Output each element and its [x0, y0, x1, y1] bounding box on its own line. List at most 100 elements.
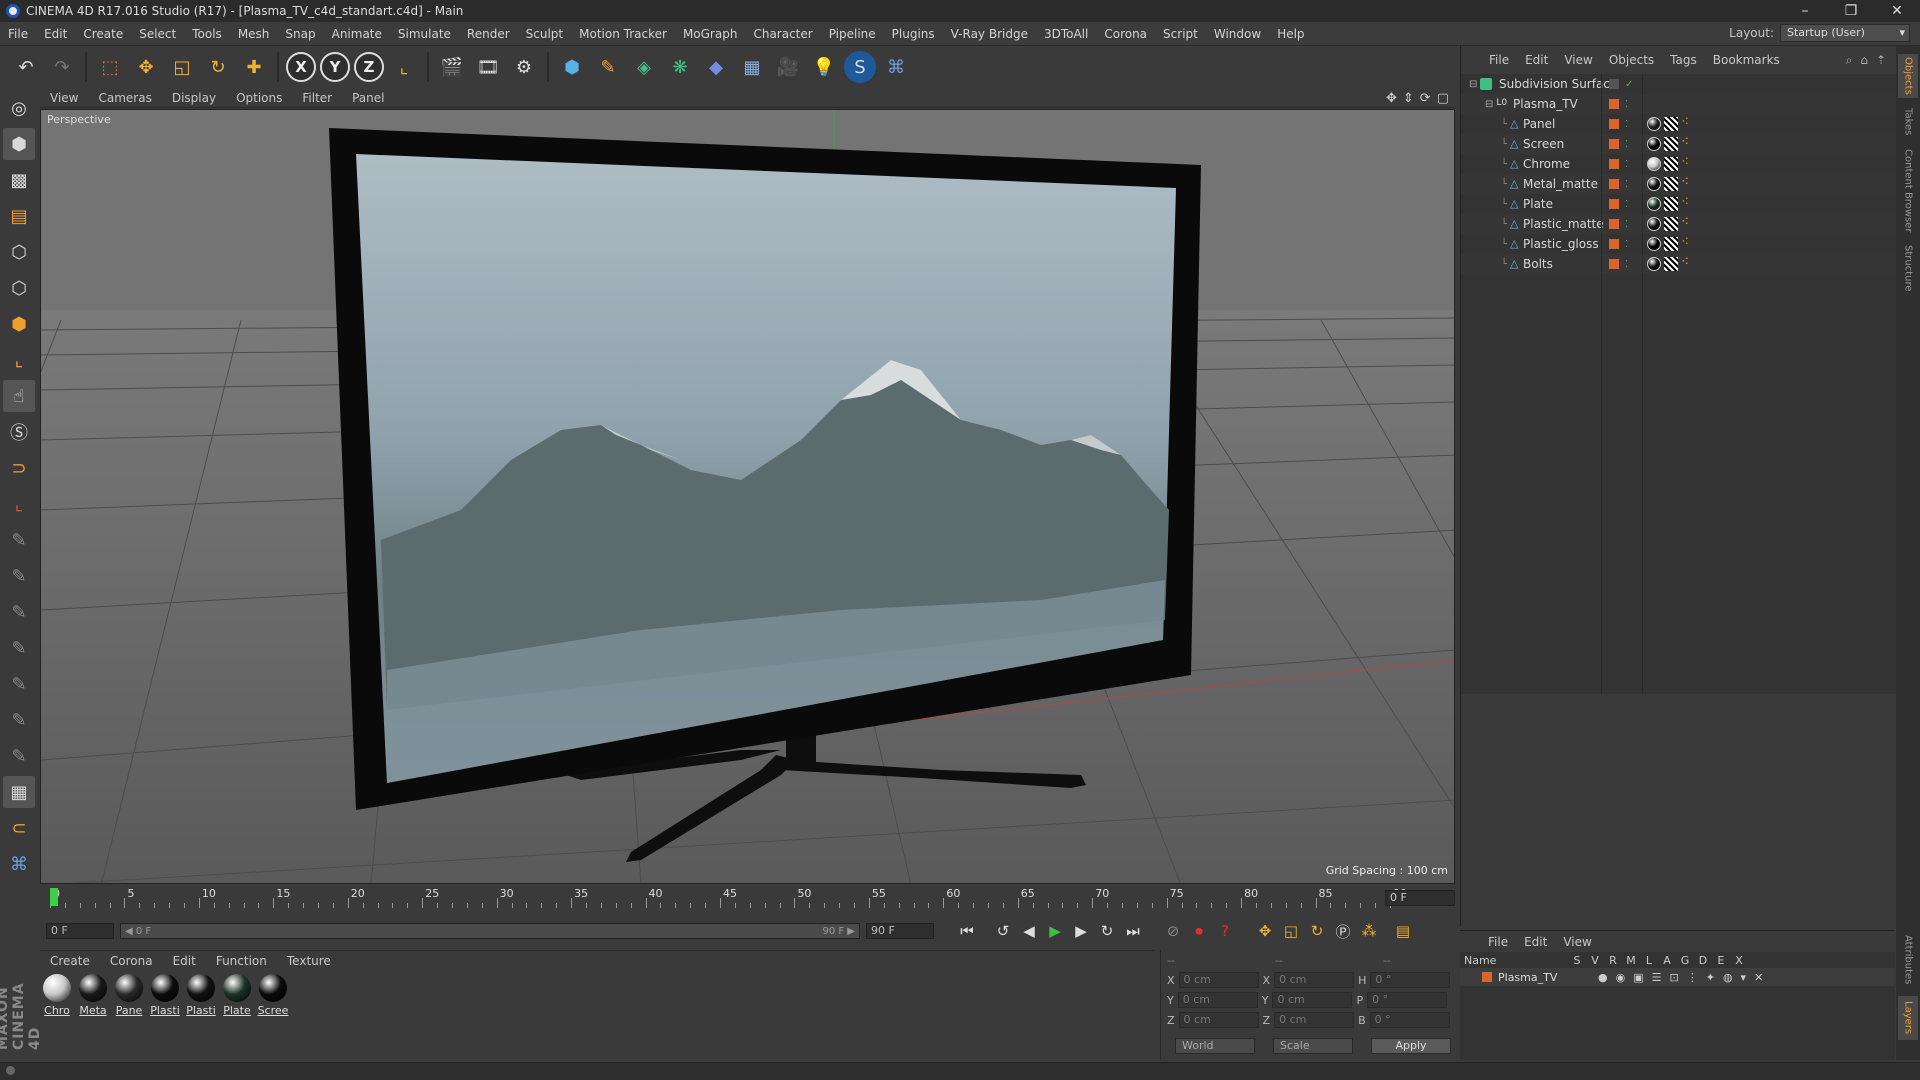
material-swatch[interactable]: Meta: [78, 974, 108, 1056]
rotate-icon[interactable]: ↻: [202, 51, 234, 83]
minimize-button[interactable]: –: [1782, 0, 1828, 22]
mat-menu-texture[interactable]: Texture: [277, 954, 341, 968]
layer-solo-icon[interactable]: ●: [1598, 971, 1608, 984]
visibility-dots-icon[interactable]: ⁚: [1625, 99, 1628, 110]
uvw-tag-icon[interactable]: [1664, 217, 1678, 231]
uvw-tag-icon[interactable]: [1664, 197, 1678, 211]
menu-help[interactable]: Help: [1269, 27, 1312, 41]
sculpt-pull-icon[interactable]: ✎: [3, 560, 35, 592]
y-axis-lock-icon[interactable]: Y: [320, 52, 350, 82]
layer-name[interactable]: Plasma_TV: [1498, 971, 1598, 984]
menu-vray-bridge[interactable]: V-Ray Bridge: [943, 27, 1036, 41]
layer-column-header[interactable]: G: [1676, 954, 1694, 967]
mat-menu-function[interactable]: Function: [206, 954, 277, 968]
next-frame-icon[interactable]: ▶: [1068, 918, 1094, 944]
material-tag-icon[interactable]: [1647, 197, 1661, 211]
layer-xref-icon[interactable]: ✕: [1754, 971, 1763, 984]
object-name[interactable]: Plasma_TV: [1513, 97, 1578, 111]
layer-manager-icon[interactable]: ☰: [1652, 971, 1662, 984]
object-row[interactable]: └ △ Metal_matte ⁚ ⁖: [1461, 174, 1896, 194]
object-row[interactable]: └ △ Bolts ⁚ ⁖: [1461, 254, 1896, 274]
locked-workplane-icon[interactable]: ▦: [3, 776, 35, 808]
move-icon[interactable]: ✥: [130, 51, 162, 83]
tab-layers[interactable]: Layers: [1898, 996, 1918, 1040]
layer-column-header[interactable]: S: [1568, 954, 1586, 967]
obj-menu-file[interactable]: File: [1481, 53, 1517, 67]
key-rotation-icon[interactable]: ↻: [1304, 918, 1330, 944]
layer-color-swatch[interactable]: [1609, 259, 1619, 269]
floor-icon[interactable]: ▦: [736, 51, 768, 83]
object-name[interactable]: Subdivision Surface: [1499, 77, 1617, 91]
previous-frame-icon[interactable]: ◀: [1016, 918, 1042, 944]
layer-animation-icon[interactable]: ⋮: [1687, 971, 1698, 984]
menu-sculpt[interactable]: Sculpt: [518, 27, 571, 41]
coord-rotation-field[interactable]: 0 °: [1367, 992, 1448, 1008]
layer-column-header[interactable]: Name: [1460, 954, 1568, 967]
uvw-tag-icon[interactable]: [1664, 237, 1678, 251]
visibility-dots-icon[interactable]: ⁚: [1625, 179, 1628, 190]
visibility-dots-icon[interactable]: ⁚: [1625, 139, 1628, 150]
phong-tag-icon[interactable]: ⁖: [1681, 135, 1695, 151]
layer-color-swatch[interactable]: [1609, 119, 1619, 129]
start-frame-field[interactable]: 0 F: [46, 923, 114, 939]
viewport-menu-cameras[interactable]: Cameras: [88, 91, 161, 105]
enable-checkbox[interactable]: [1609, 79, 1619, 89]
menu-mograph[interactable]: MoGraph: [675, 27, 746, 41]
menu-motion-tracker[interactable]: Motion Tracker: [571, 27, 675, 41]
menu-window[interactable]: Window: [1206, 27, 1269, 41]
object-name[interactable]: Chrome: [1523, 157, 1570, 171]
pen-spline-icon[interactable]: ✎: [592, 51, 624, 83]
points-mode-icon[interactable]: ⬡: [3, 236, 35, 268]
keyframe-selection-icon[interactable]: ?: [1212, 918, 1238, 944]
layer-column-header[interactable]: D: [1694, 954, 1712, 967]
workplane-axis-icon[interactable]: ⌞: [3, 488, 35, 520]
object-row[interactable]: └ △ Chrome ⁚ ⁖: [1461, 154, 1896, 174]
menu-plugins[interactable]: Plugins: [884, 27, 943, 41]
object-row[interactable]: ⊟ L0 Plasma_TV ⁚: [1461, 94, 1896, 114]
coord-position-field[interactable]: 0 cm: [1178, 972, 1259, 988]
uvw-tag-icon[interactable]: [1664, 117, 1678, 131]
model-mode-icon[interactable]: ⬢: [3, 128, 35, 160]
timeline-window-icon[interactable]: ▤: [1390, 918, 1416, 944]
object-name[interactable]: Bolts: [1523, 257, 1553, 271]
object-name[interactable]: Plastic_gloss: [1523, 237, 1599, 251]
object-name[interactable]: Panel: [1523, 117, 1555, 131]
visibility-dots-icon[interactable]: ⁚: [1625, 239, 1628, 250]
phong-tag-icon[interactable]: ⁖: [1681, 215, 1695, 231]
undo-icon[interactable]: ↶: [10, 51, 42, 83]
sculpt-mask-icon[interactable]: ✎: [3, 740, 35, 772]
viewport-menu-panel[interactable]: Panel: [342, 91, 394, 105]
layer-color-swatch[interactable]: [1609, 139, 1619, 149]
layout-dropdown[interactable]: Startup (User): [1780, 24, 1910, 42]
key-scale-icon[interactable]: ◱: [1278, 918, 1304, 944]
object-name[interactable]: Screen: [1523, 137, 1564, 151]
layer-color-swatch[interactable]: [1609, 239, 1619, 249]
obj-menu-bookmarks[interactable]: Bookmarks: [1705, 53, 1788, 67]
menu-animate[interactable]: Animate: [324, 27, 390, 41]
object-row[interactable]: └ △ Plate ⁚ ⁖: [1461, 194, 1896, 214]
layer-render-icon[interactable]: ▣: [1633, 971, 1643, 984]
object-row[interactable]: └ △ Plastic_matte ⁚ ⁖: [1461, 214, 1896, 234]
world-dropdown[interactable]: World: [1175, 1038, 1255, 1054]
layer-deformers-icon[interactable]: ◍: [1723, 971, 1733, 984]
obj-menu-view[interactable]: View: [1556, 53, 1600, 67]
object-row[interactable]: └ △ Plastic_gloss ⁚ ⁖: [1461, 234, 1896, 254]
layer-column-header[interactable]: X: [1730, 954, 1748, 967]
uvw-tag-icon[interactable]: [1664, 257, 1678, 271]
tab-takes[interactable]: Takes: [1898, 104, 1918, 140]
coord-rotation-field[interactable]: 0 °: [1370, 972, 1451, 988]
add-tool-icon[interactable]: ✚: [238, 51, 270, 83]
layer-color-swatch[interactable]: [1609, 179, 1619, 189]
edit-render-settings-icon[interactable]: ⚙: [508, 51, 540, 83]
z-axis-lock-icon[interactable]: Z: [354, 52, 384, 82]
key-position-icon[interactable]: ✥: [1252, 918, 1278, 944]
material-swatch[interactable]: Plate: [222, 974, 252, 1056]
coord-rotation-field[interactable]: 0 °: [1369, 1012, 1450, 1028]
layer-menu-view[interactable]: View: [1555, 935, 1599, 949]
layer-color-swatch[interactable]: [1609, 99, 1619, 109]
coord-position-field[interactable]: 0 cm: [1178, 1012, 1259, 1028]
dolly-icon[interactable]: ⇕: [1403, 91, 1414, 106]
texture-mode-icon[interactable]: ▩: [3, 164, 35, 196]
scale-icon[interactable]: ◱: [166, 51, 198, 83]
layer-visible-icon[interactable]: ◉: [1616, 971, 1626, 984]
